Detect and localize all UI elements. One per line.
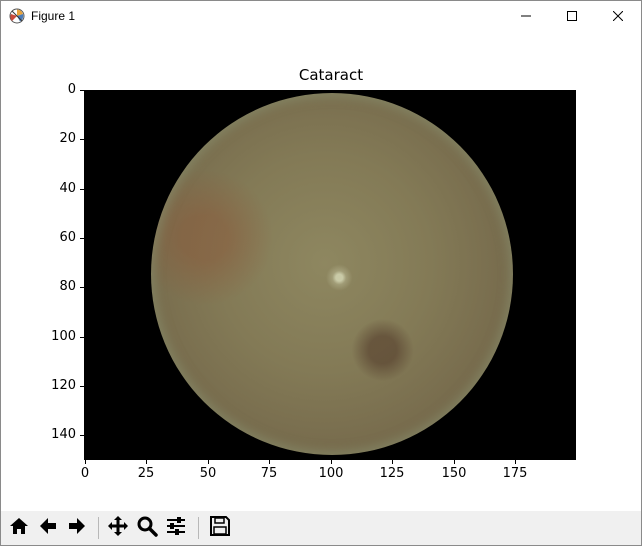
title-bar[interactable]: Figure 1 — [1, 1, 641, 31]
x-tick-label: 0 — [80, 466, 90, 481]
matplotlib-figure-icon — [9, 8, 25, 24]
x-tick-175 — [515, 460, 516, 464]
x-tick-0 — [85, 460, 86, 464]
y-tick-label: 100 — [51, 329, 76, 344]
y-tick-140 — [80, 435, 84, 436]
y-tick-120 — [80, 386, 84, 387]
y-tick-label: 140 — [51, 427, 76, 442]
minimize-button[interactable] — [503, 1, 549, 31]
x-tick-label: 175 — [502, 466, 528, 481]
pan-button[interactable] — [105, 515, 131, 541]
x-tick-75 — [269, 460, 270, 464]
y-tick-label: 20 — [59, 131, 76, 146]
y-tick-label: 60 — [59, 230, 76, 245]
floppy-disk-icon — [209, 515, 231, 541]
window-title: Figure 1 — [31, 9, 76, 23]
y-tick-60 — [80, 238, 84, 239]
x-tick-label: 50 — [199, 466, 217, 481]
x-tick-50 — [208, 460, 209, 464]
configure-subplots-button[interactable] — [163, 515, 189, 541]
x-tick-label: 100 — [318, 466, 344, 481]
forward-button[interactable] — [64, 515, 90, 541]
magnifier-icon — [136, 515, 158, 541]
x-tick-label: 75 — [260, 466, 278, 481]
fundus-image — [151, 93, 513, 455]
y-tick-20 — [80, 139, 84, 140]
close-button[interactable] — [595, 1, 641, 31]
x-tick-150 — [454, 460, 455, 464]
y-tick-0 — [80, 90, 84, 91]
y-tick-label: 120 — [51, 378, 76, 393]
maximize-button[interactable] — [549, 1, 595, 31]
move-icon — [107, 515, 129, 541]
x-tick-100 — [331, 460, 332, 464]
y-tick-80 — [80, 287, 84, 288]
x-tick-125 — [392, 460, 393, 464]
zoom-button[interactable] — [134, 515, 160, 541]
x-tick-label: 25 — [137, 466, 155, 481]
save-button[interactable] — [207, 515, 233, 541]
toolbar-separator — [198, 517, 199, 539]
home-button[interactable] — [6, 515, 32, 541]
plot-area[interactable] — [84, 90, 576, 460]
maximize-icon — [567, 11, 577, 21]
x-tick-label: 125 — [379, 466, 405, 481]
y-tick-100 — [80, 337, 84, 338]
navigation-toolbar — [1, 511, 641, 545]
arrow-left-icon — [37, 515, 59, 541]
arrow-right-icon — [66, 515, 88, 541]
figure-window: Figure 1 Cataract 0 20 40 60 80 100 120 … — [0, 0, 642, 546]
y-tick-label: 80 — [59, 279, 76, 294]
minimize-icon — [521, 11, 531, 21]
figure-canvas[interactable]: Cataract 0 20 40 60 80 100 120 140 0 25 … — [1, 31, 641, 511]
toolbar-separator — [98, 517, 99, 539]
y-tick-40 — [80, 189, 84, 190]
sliders-icon — [165, 515, 187, 541]
home-icon — [8, 515, 30, 541]
y-tick-label: 40 — [59, 181, 76, 196]
axes-title: Cataract — [298, 66, 364, 84]
x-tick-25 — [146, 460, 147, 464]
x-tick-label: 150 — [441, 466, 467, 481]
close-icon — [613, 11, 623, 21]
back-button[interactable] — [35, 515, 61, 541]
y-tick-label: 0 — [67, 82, 76, 97]
